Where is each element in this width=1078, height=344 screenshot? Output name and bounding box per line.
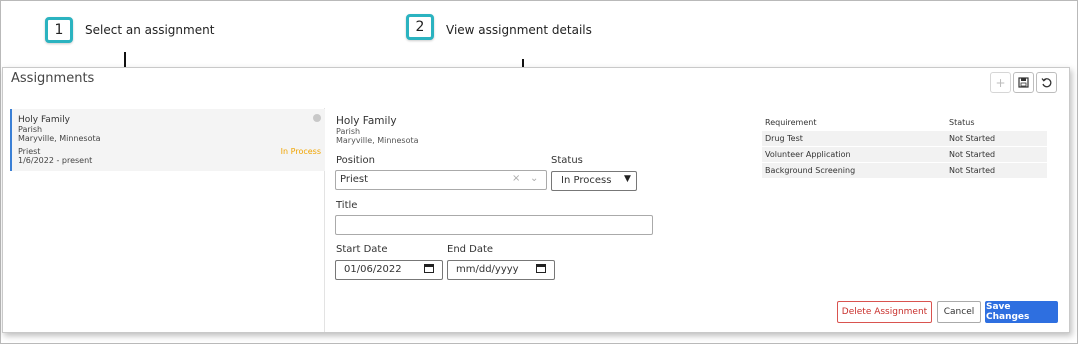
table-row: Background Screening Not Started [762, 162, 1047, 179]
calendar-icon[interactable] [424, 263, 434, 276]
plus-icon[interactable]: + [990, 72, 1011, 93]
start-date-label: Start Date [336, 244, 388, 255]
requirement-cell: Background Screening [762, 162, 946, 179]
callout-2-text: View assignment details [446, 23, 592, 37]
callout-1-text: Select an assignment [85, 23, 215, 37]
callout-2: 2 View assignment details [406, 14, 592, 40]
refresh-icon[interactable] [1036, 72, 1057, 93]
chevron-down-icon: ⌄ [530, 173, 539, 184]
panel-title: Assignments [11, 71, 95, 86]
position-label: Position [336, 155, 375, 166]
end-date-input[interactable]: mm/dd/yyyy [447, 260, 555, 280]
assignment-name: Holy Family [18, 115, 70, 125]
requirement-header: Requirement [762, 115, 946, 131]
position-select[interactable]: Priest × ⌄ [335, 170, 547, 190]
start-date-input[interactable]: 01/06/2022 [335, 260, 443, 280]
end-date-label: End Date [447, 244, 494, 255]
assignment-dates: 1/6/2022 - present [18, 156, 93, 165]
start-date-value: 01/06/2022 [344, 264, 402, 275]
assignment-list: Holy Family Parish Maryville, Minnesota … [3, 108, 325, 332]
callout-2-badge: 2 [406, 14, 434, 40]
table-header-row: Requirement Status [762, 115, 1047, 131]
end-date-placeholder: mm/dd/yyyy [456, 264, 519, 275]
assignments-panel: Assignments + Holy Family Parish Maryvil… [2, 67, 1070, 333]
callout-1-badge: 1 [45, 17, 73, 43]
status-header: Status [946, 115, 1047, 131]
table-row: Drug Test Not Started [762, 130, 1047, 147]
status-label: Status [551, 155, 583, 166]
status-value: In Process [561, 175, 612, 186]
table-row: Volunteer Application Not Started [762, 146, 1047, 163]
detail-location: Maryville, Minnesota [336, 136, 419, 145]
status-cell: Not Started [946, 146, 1047, 163]
chevron-down-icon: ▼ [624, 174, 631, 184]
clear-icon[interactable]: × [512, 173, 520, 184]
title-input[interactable] [335, 215, 653, 235]
assignment-list-item[interactable]: Holy Family Parish Maryville, Minnesota … [10, 109, 325, 171]
requirement-cell: Drug Test [762, 130, 946, 147]
status-dot-icon [313, 114, 321, 122]
save-icon[interactable] [1013, 72, 1034, 93]
assignment-status: In Process [280, 147, 321, 156]
requirement-cell: Volunteer Application [762, 146, 946, 163]
delete-assignment-button[interactable]: Delete Assignment [837, 301, 932, 323]
cancel-button[interactable]: Cancel [937, 301, 981, 323]
status-select[interactable]: In Process ▼ [551, 171, 637, 191]
status-cell: Not Started [946, 130, 1047, 147]
detail-name: Holy Family [336, 115, 397, 127]
assignment-location: Maryville, Minnesota [18, 134, 101, 143]
callout-1: 1 Select an assignment [45, 17, 214, 43]
requirements-table: Requirement Status Drug Test Not Started… [762, 115, 1047, 179]
title-label: Title [336, 200, 358, 211]
save-changes-button[interactable]: Save Changes [985, 301, 1058, 323]
position-value: Priest [340, 174, 369, 185]
status-cell: Not Started [946, 162, 1047, 179]
calendar-icon[interactable] [536, 263, 546, 276]
